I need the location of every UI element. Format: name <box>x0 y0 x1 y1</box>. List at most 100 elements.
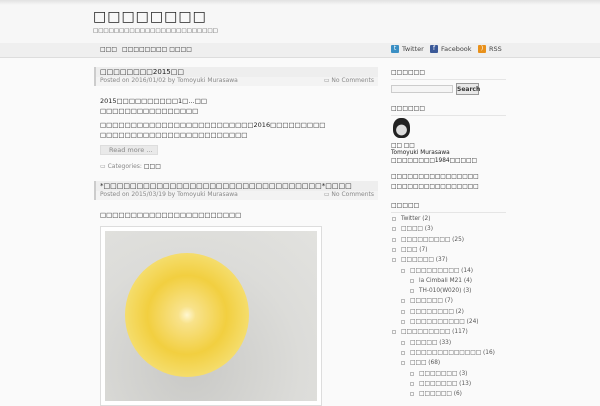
bullet-icon <box>401 268 405 273</box>
comments-link[interactable]: ▭ No Comments <box>324 77 374 85</box>
post-meta: Posted on 2015/03/19 by Tomoyuki Murasaw… <box>96 191 378 200</box>
bullet-icon <box>392 227 396 232</box>
profile-born: □□□□□□□□1984□□□□□ <box>391 158 477 164</box>
categories-heading: □□□□□ <box>391 202 506 213</box>
facebook-icon: f <box>430 45 438 53</box>
category-item[interactable]: □□□ (7) <box>392 247 428 253</box>
folder-icon: ▭ <box>100 163 106 170</box>
category-item[interactable]: □□□□ (3) <box>392 226 433 232</box>
text-line: □□□□□□□□□□□□□□□□□□□□□□□□ <box>100 131 248 139</box>
bullet-icon <box>401 309 405 314</box>
twitter-icon: t <box>391 45 399 53</box>
rss-label: RSS <box>489 45 502 53</box>
facebook-link[interactable]: f Facebook <box>430 45 472 53</box>
category-item[interactable]: □□□□□□ (37) <box>392 257 448 263</box>
category-label: □□□ (68) <box>410 360 441 367</box>
comments-label: No Comments <box>331 77 374 84</box>
profile-name-jp: □□ □□ <box>391 143 415 149</box>
post-image[interactable] <box>100 226 322 406</box>
category-label: □□□□□□□□□ (25) <box>401 236 465 243</box>
category-label: □□□□□□□□□ (117) <box>401 329 468 336</box>
category-item[interactable]: □□□□□ (33) <box>401 340 451 346</box>
bullet-icon <box>410 381 414 386</box>
post-categories: ▭ Categories: □□□ <box>100 163 161 170</box>
category-item[interactable]: □□□□□□□ (3) <box>410 371 467 377</box>
profile-line: □□□□□□□□□□□□□□□□ <box>391 184 479 190</box>
category-label: □□□□□□□□□□□□□ (16) <box>410 349 495 356</box>
bullet-icon <box>410 371 414 376</box>
category-item[interactable]: □□□□□□□□□ (25) <box>392 237 464 243</box>
category-item[interactable]: □□□□□□□□□ (117) <box>392 329 468 335</box>
category-item[interactable]: □□□□□□□□ (2) <box>401 309 464 315</box>
post-header: *□□□□□□□□□□□□□□□□□□□□□□□□□□□□□□□□□*□□□□ … <box>94 181 378 200</box>
search-input[interactable] <box>391 85 453 93</box>
search-button[interactable]: Search <box>456 83 480 95</box>
category-label: □□□□□□ (7) <box>410 298 453 305</box>
lemon <box>125 253 249 377</box>
text-line: □□□□□□□□□□□□□□□□□□□□□□□□□2016□□□□□□□□□ <box>100 121 326 129</box>
category-item[interactable]: □□□□□□ (7) <box>401 298 453 304</box>
post-meta: Posted on 2016/01/02 by Tomoyuki Murasaw… <box>96 77 378 86</box>
post-meta-text: Posted on 2016/01/02 by Tomoyuki Murasaw… <box>100 77 238 84</box>
category-label: □□□□□□□ (13) <box>419 380 472 387</box>
category-label: la Cimbali M21 (4) <box>419 277 473 284</box>
category-label: □□□□□□ (6) <box>419 391 462 398</box>
rss-icon: ) <box>478 45 486 53</box>
facebook-label: Facebook <box>441 45 472 53</box>
bullet-icon <box>410 278 414 283</box>
category-item[interactable]: TH-010(W020) (3) <box>410 288 471 294</box>
site-title[interactable]: □□□□□□□□ <box>93 9 207 25</box>
rss-link[interactable]: ) RSS <box>478 45 502 53</box>
read-more-button[interactable]: Read more … <box>100 145 158 155</box>
bullet-icon <box>410 392 414 397</box>
text-line: □□□□□□□□□□□□□□□□ <box>100 107 199 115</box>
category-label: Twitter (2) <box>401 216 431 222</box>
category-item[interactable]: □□□□□□□□□ (14) <box>401 268 473 274</box>
search-heading: □□□□□□ <box>391 69 506 80</box>
site-tagline: □□□□□□□□□□□□□□□□□□□□□□□□ <box>93 28 218 34</box>
twitter-label: Twitter <box>402 45 424 53</box>
nav-about[interactable]: □□□□□□□□ □□□□ <box>122 46 192 53</box>
category-label: TH-010(W020) (3) <box>419 288 472 295</box>
category-label: □□□□□□□□□□ (24) <box>410 319 479 325</box>
post-paragraph: □□□□□□□□□□□□□□□□□□□□□□□ <box>100 211 242 219</box>
comments-link[interactable]: ▭ No Comments <box>324 191 374 199</box>
bullet-icon <box>401 299 405 304</box>
category-item[interactable]: □□□□□□□ (13) <box>410 381 471 387</box>
category-label: □□□ (7) <box>401 246 428 253</box>
post-paragraph: □□□□□□□□□□□□□□□□□□□□□□□□□2016□□□□□□□□□ □□… <box>100 120 325 140</box>
bullet-icon <box>401 350 405 355</box>
category-label: □□□□□ (33) <box>410 339 452 346</box>
category-label: □□□□□□ (37) <box>401 257 448 264</box>
category-label: □□□□□□□□□ (14) <box>410 267 474 274</box>
category-item[interactable]: Twitter (2) <box>392 216 430 222</box>
post-header: □□□□□□□□2015□□ Posted on 2016/01/02 by T… <box>94 67 378 86</box>
post-title[interactable]: *□□□□□□□□□□□□□□□□□□□□□□□□□□□□□□□□□*□□□□ <box>96 181 378 191</box>
category-item[interactable]: □□□□□□ (6) <box>410 391 462 397</box>
nav-home[interactable]: □□□ <box>100 46 117 53</box>
post-paragraph: 2015□□□□□□□□□□1□…□□ □□□□□□□□□□□□□□□□ <box>100 96 207 116</box>
bullet-icon <box>410 289 414 294</box>
category-item[interactable]: □□□ (68) <box>401 360 440 366</box>
category-label: □□□□□□□□ (2) <box>410 308 464 315</box>
post-title[interactable]: □□□□□□□□2015□□ <box>96 67 378 77</box>
post-meta-text: Posted on 2015/03/19 by Tomoyuki Murasaw… <box>100 191 238 198</box>
avatar <box>393 118 410 138</box>
category-link[interactable]: □□□ <box>144 163 161 170</box>
bullet-icon <box>401 361 405 366</box>
category-item[interactable]: □□□□□□□□□□ (24) <box>401 319 479 325</box>
header: □□□□□□□□ □□□□□□□□□□□□□□□□□□□□□□□□ <box>0 0 600 43</box>
category-item[interactable]: la Cimbali M21 (4) <box>410 278 472 284</box>
profile-line: □□□□□□□□□□□□□□□□ <box>391 174 479 180</box>
bullet-icon <box>392 258 396 263</box>
nav-bar: □□□ □□□□□□□□ □□□□ t Twitter f Facebook ) RS… <box>0 43 600 58</box>
lemon-photo <box>105 231 317 401</box>
bullet-icon <box>401 320 405 324</box>
twitter-link[interactable]: t Twitter <box>391 45 424 53</box>
bullet-icon <box>392 247 396 252</box>
profile-name: Tomoyuki Murasawa <box>391 150 450 156</box>
category-item[interactable]: □□□□□□□□□□□□□ (16) <box>401 350 495 356</box>
categories-label: Categories: <box>107 163 142 170</box>
category-label: □□□□ (3) <box>401 226 433 233</box>
bullet-icon <box>392 237 396 242</box>
